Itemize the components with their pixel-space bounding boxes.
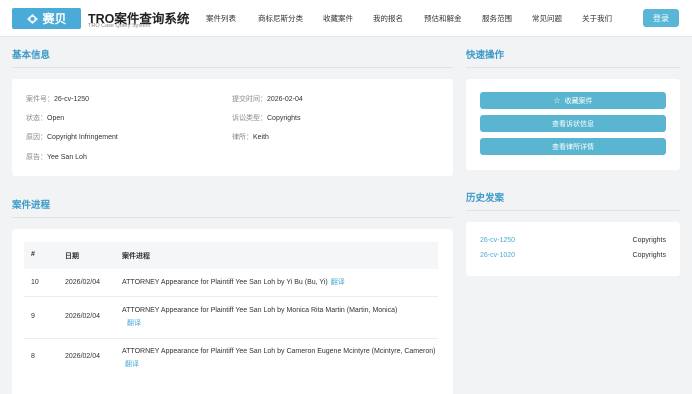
translate-link[interactable]: 翻译: [127, 320, 141, 327]
history-case-type: Copyrights: [632, 237, 666, 244]
info-label: 案件号：: [26, 96, 54, 103]
info-plaintiff: 原告：Yee San Loh: [26, 152, 87, 162]
history-case-type: Copyrights: [632, 252, 666, 259]
divider: [12, 217, 453, 218]
progress-text: ATTORNEY Appearance for Plaintiff Yee Sa…: [122, 348, 436, 355]
divider: [12, 67, 453, 68]
logo-text: 赛贝: [42, 12, 67, 26]
quick-actions-title: 快速操作: [466, 50, 505, 61]
info-suit-type: 诉讼类型：Copyrights: [232, 113, 300, 123]
nav-favorite-cases[interactable]: 收藏案件: [323, 13, 353, 24]
col-progress: 案件进程: [122, 253, 150, 260]
nav-my-registrations[interactable]: 我的报名: [373, 13, 403, 24]
row-description: ATTORNEY Appearance for Plaintiff Yee Sa…: [122, 304, 442, 330]
translate-link[interactable]: 翻译: [125, 361, 139, 368]
info-label: 律所：: [232, 134, 253, 141]
info-value: Open: [47, 115, 65, 122]
divider: [466, 210, 680, 211]
info-filed-date: 提交时间：2026-02-04: [232, 94, 303, 104]
progress-text: ATTORNEY Appearance for Plaintiff Yee Sa…: [122, 279, 328, 286]
history-title: 历史发案: [466, 193, 505, 204]
info-value: 2026-02-04: [267, 96, 303, 103]
row-date: 2026/02/04: [65, 313, 101, 320]
progress-table-header: [24, 242, 438, 269]
row-divider: [24, 338, 438, 339]
favorite-case-button[interactable]: ☆ 收藏案件: [480, 92, 666, 109]
translate-link[interactable]: 翻译: [331, 279, 345, 286]
button-label: 查看诉状信息: [552, 120, 594, 128]
info-label: 诉讼类型：: [232, 115, 267, 122]
button-label: 收藏案件: [564, 97, 593, 105]
history-case-link[interactable]: 26-cv-1250: [480, 237, 515, 244]
col-number: #: [31, 251, 35, 258]
row-number: 10: [31, 279, 39, 286]
info-value: Copyrights: [267, 115, 301, 122]
info-value: Keith: [253, 134, 269, 141]
info-label: 原因：: [26, 134, 47, 141]
case-progress-title: 案件进程: [12, 200, 51, 211]
nav-faq[interactable]: 常见问题: [532, 13, 562, 24]
site-subtitle: TRO Case Query System: [88, 23, 151, 29]
info-label: 提交时间：: [232, 96, 267, 103]
button-label: 查看律所详情: [552, 143, 594, 151]
star-icon: ☆: [553, 96, 561, 105]
info-case-number: 案件号：26-cv-1250: [26, 94, 89, 104]
info-value: Yee San Loh: [47, 154, 87, 161]
row-number: 9: [31, 313, 35, 320]
nav-case-list[interactable]: 案件列表: [206, 13, 236, 24]
site-logo[interactable]: 赛贝: [12, 8, 81, 29]
info-status: 状态：Open: [26, 113, 64, 123]
row-divider: [24, 296, 438, 297]
history-case-link[interactable]: 26-cv-1020: [480, 252, 515, 259]
login-button[interactable]: 登录: [643, 9, 679, 27]
history-card: [466, 222, 680, 276]
logo-mark-icon: [26, 13, 39, 25]
basic-info-title: 基本信息: [12, 50, 51, 61]
row-number: 8: [31, 353, 35, 360]
row-date: 2026/02/04: [65, 353, 101, 360]
nav-nice-classification[interactable]: 商标尼斯分类: [258, 13, 303, 24]
nav-about-us[interactable]: 关于我们: [582, 13, 612, 24]
info-label: 状态：: [26, 115, 47, 122]
info-value: 26-cv-1250: [54, 96, 90, 103]
row-description: ATTORNEY Appearance for Plaintiff Yee Sa…: [122, 345, 440, 371]
top-nav-bar: 赛贝 TRO案件查询系统 TRO Case Query System 案件列表 …: [0, 0, 692, 37]
row-description: ATTORNEY Appearance for Plaintiff Yee Sa…: [122, 276, 442, 289]
divider: [466, 67, 680, 68]
info-law-firm: 律所：Keith: [232, 132, 269, 142]
view-complaint-button[interactable]: 查看诉状信息: [480, 115, 666, 132]
info-label: 原告：: [26, 154, 47, 161]
view-law-firm-button[interactable]: 查看律所详情: [480, 138, 666, 155]
row-date: 2026/02/04: [65, 279, 101, 286]
col-date: 日期: [65, 253, 79, 260]
nav-services[interactable]: 服务范围: [482, 13, 512, 24]
nav-settlement-estimate[interactable]: 预估和解金: [424, 13, 462, 24]
info-cause: 原因：Copyright Infringement: [26, 132, 118, 142]
info-value: Copyright Infringement: [47, 134, 118, 141]
progress-text: ATTORNEY Appearance for Plaintiff Yee Sa…: [122, 307, 398, 314]
